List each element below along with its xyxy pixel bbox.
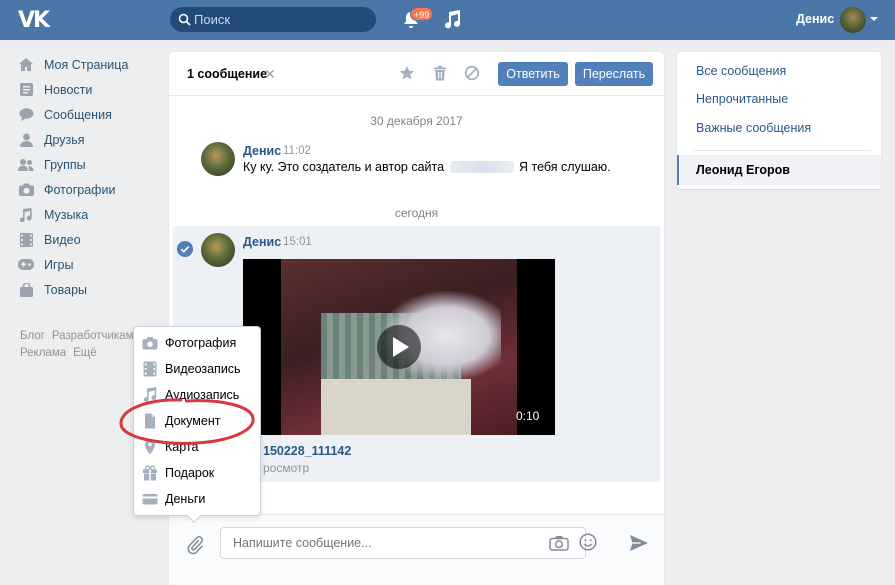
music-icon — [18, 207, 34, 223]
send-icon[interactable] — [629, 534, 649, 552]
video-icon — [18, 232, 34, 248]
filter-all-messages[interactable]: Все сообщения — [696, 64, 786, 78]
close-icon[interactable]: ✕ — [264, 66, 276, 83]
camera-icon — [18, 182, 34, 198]
message-author[interactable]: Денис — [243, 144, 281, 158]
check-icon[interactable] — [177, 241, 193, 257]
developers-link[interactable]: Разработчикам — [52, 330, 134, 342]
video-views: росмотр — [263, 461, 310, 475]
divider — [693, 150, 871, 151]
attach-menu-label: Подарок — [165, 466, 215, 480]
groups-icon — [18, 157, 34, 173]
home-icon — [18, 57, 34, 73]
date-separator: 30 декабря 2017 — [370, 114, 463, 128]
attach-photo[interactable]: Фотография — [134, 330, 260, 356]
message-time: 11:02 — [283, 145, 311, 157]
top-bar: VK +99 Денис — [0, 0, 895, 40]
search-icon — [178, 13, 191, 26]
sidebar-item-label: Музыка — [44, 207, 89, 222]
sidebar-item-video[interactable]: Видео — [18, 227, 158, 252]
chevron-down-icon[interactable] — [870, 17, 878, 21]
paperclip-icon[interactable] — [186, 535, 204, 555]
video-attachment[interactable]: 0:10 — [243, 259, 555, 435]
sidebar-item-messages[interactable]: Сообщения — [18, 102, 158, 127]
message-time: 15:01 — [283, 236, 312, 248]
sidebar-item-label: Товары — [44, 282, 87, 297]
sidebar-item-friends[interactable]: Друзья — [18, 127, 158, 152]
attach-menu-label: Видеозапись — [165, 362, 241, 376]
video-title[interactable]: 150228_111142 — [263, 444, 351, 458]
message-input[interactable] — [220, 527, 586, 559]
dialog-filter-panel: Все сообщения Непрочитанные Важные сообщ… — [677, 52, 881, 189]
trash-icon[interactable] — [432, 65, 448, 81]
reply-button[interactable]: Ответить — [498, 62, 568, 86]
attach-money[interactable]: Деньги — [134, 486, 260, 512]
attach-menu-label: Фотография — [165, 336, 237, 350]
search-input[interactable] — [194, 7, 370, 32]
blurred-site-name — [449, 161, 514, 173]
notifications-badge: +99 — [410, 7, 434, 21]
message-composer — [169, 514, 664, 585]
sidebar-item-label: Друзья — [44, 132, 85, 147]
bag-icon — [18, 282, 34, 298]
sidebar-item-groups[interactable]: Группы — [18, 152, 158, 177]
sidebar-item-label: Группы — [44, 157, 86, 172]
sidebar-item-label: Фотографии — [44, 182, 116, 197]
sidebar-item-photos[interactable]: Фотографии — [18, 177, 158, 202]
smile-icon[interactable] — [579, 533, 597, 551]
sidebar-item-label: Новости — [44, 82, 93, 97]
message-text-end: Я тебя слушаю. — [519, 160, 611, 174]
block-icon[interactable] — [464, 65, 480, 81]
date-separator-today: сегодня — [394, 206, 439, 220]
messages-icon — [18, 107, 34, 123]
active-dialog-name: Леонид Егоров — [696, 163, 790, 177]
message-author[interactable]: Денис — [243, 235, 281, 249]
forward-button[interactable]: Переслать — [575, 62, 653, 86]
sidebar-item-label: Игры — [44, 257, 74, 272]
play-icon — [393, 337, 409, 357]
sidebar-item-music[interactable]: Музыка — [18, 202, 158, 227]
sidebar-item-label: Моя Страница — [44, 57, 129, 72]
sidebar-item-my-page[interactable]: Моя Страница — [18, 52, 158, 77]
camera-icon[interactable] — [549, 535, 569, 551]
highlight-ellipse — [119, 398, 255, 445]
video-thumbnail-box — [321, 379, 471, 435]
games-icon — [18, 257, 34, 273]
avatar[interactable] — [201, 233, 235, 267]
selected-count: 1 сообщение — [187, 67, 268, 81]
more-link[interactable]: Ещё — [73, 347, 97, 359]
sidebar-item-games[interactable]: Игры — [18, 252, 158, 277]
vk-logo[interactable]: VK — [18, 8, 52, 33]
sidebar-item-news[interactable]: Новости — [18, 77, 158, 102]
friends-icon — [18, 132, 34, 148]
sidebar-item-goods[interactable]: Товары — [18, 277, 158, 302]
chat-header: 1 сообщение ✕ Ответить Переслать — [169, 52, 664, 96]
attach-video[interactable]: Видеозапись — [134, 356, 260, 382]
star-icon[interactable] — [399, 65, 415, 81]
sidebar: Моя Страница Новости Сообщения Друзья Гр… — [18, 52, 158, 302]
sidebar-item-label: Видео — [44, 232, 81, 247]
attach-gift[interactable]: Подарок — [134, 460, 260, 486]
sidebar-item-label: Сообщения — [44, 107, 112, 122]
avatar[interactable] — [840, 7, 866, 33]
filter-important[interactable]: Важные сообщения — [696, 121, 811, 135]
filter-unread[interactable]: Непрочитанные — [696, 92, 788, 106]
avatar[interactable] — [201, 142, 235, 176]
video-duration: 0:10 — [516, 409, 540, 423]
user-name[interactable]: Денис — [796, 12, 834, 26]
news-icon — [18, 82, 34, 98]
search-box[interactable] — [170, 7, 376, 32]
card-icon — [142, 494, 158, 505]
active-dialog[interactable]: Леонид Егоров — [677, 155, 881, 185]
ads-link[interactable]: Реклама — [20, 347, 66, 359]
film-icon — [143, 361, 157, 377]
blog-link[interactable]: Блог — [20, 330, 45, 342]
message-text-start: Ку ку. Это создатель и автор сайта — [243, 160, 445, 174]
message-text: Ку ку. Это создатель и автор сайта Я теб… — [243, 160, 611, 174]
camera-icon — [142, 337, 158, 350]
music-icon[interactable] — [443, 9, 461, 29]
gift-icon — [143, 465, 157, 481]
attach-menu-label: Деньги — [165, 492, 206, 506]
